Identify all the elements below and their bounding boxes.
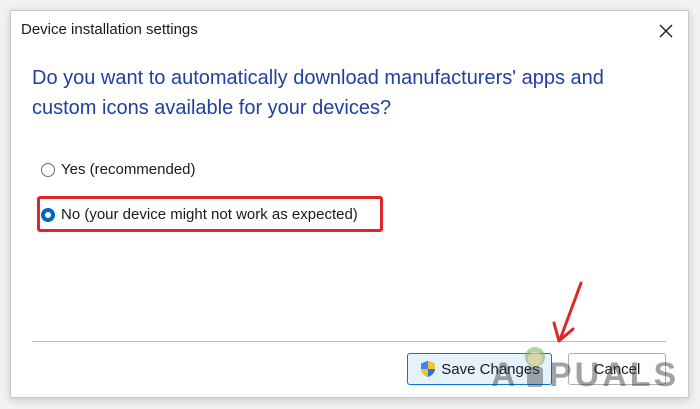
radio-unchecked-icon[interactable] [41, 162, 55, 177]
cancel-button[interactable]: Cancel [568, 353, 666, 385]
red-arrow-annotation [552, 281, 583, 343]
cancel-label: Cancel [593, 360, 641, 378]
save-changes-button[interactable]: Save Changes [407, 353, 552, 385]
divider [32, 341, 666, 342]
save-changes-label: Save Changes [441, 360, 540, 378]
title-bar: Device installation settings [11, 11, 688, 51]
option-no-label: No (your device might not work as expect… [61, 206, 358, 223]
close-button[interactable] [648, 15, 684, 47]
option-no-radio[interactable]: No (your device might not work as expect… [41, 206, 358, 223]
device-installation-dialog: Device installation settings Do you want… [10, 10, 689, 398]
option-yes-radio[interactable]: Yes (recommended) [41, 161, 196, 178]
question-text: Do you want to automatically download ma… [32, 67, 604, 119]
option-yes-label: Yes (recommended) [61, 161, 196, 178]
close-icon [659, 24, 673, 38]
radio-checked-icon[interactable] [41, 207, 55, 222]
uac-shield-icon [419, 360, 437, 378]
dialog-title: Device installation settings [21, 21, 198, 38]
